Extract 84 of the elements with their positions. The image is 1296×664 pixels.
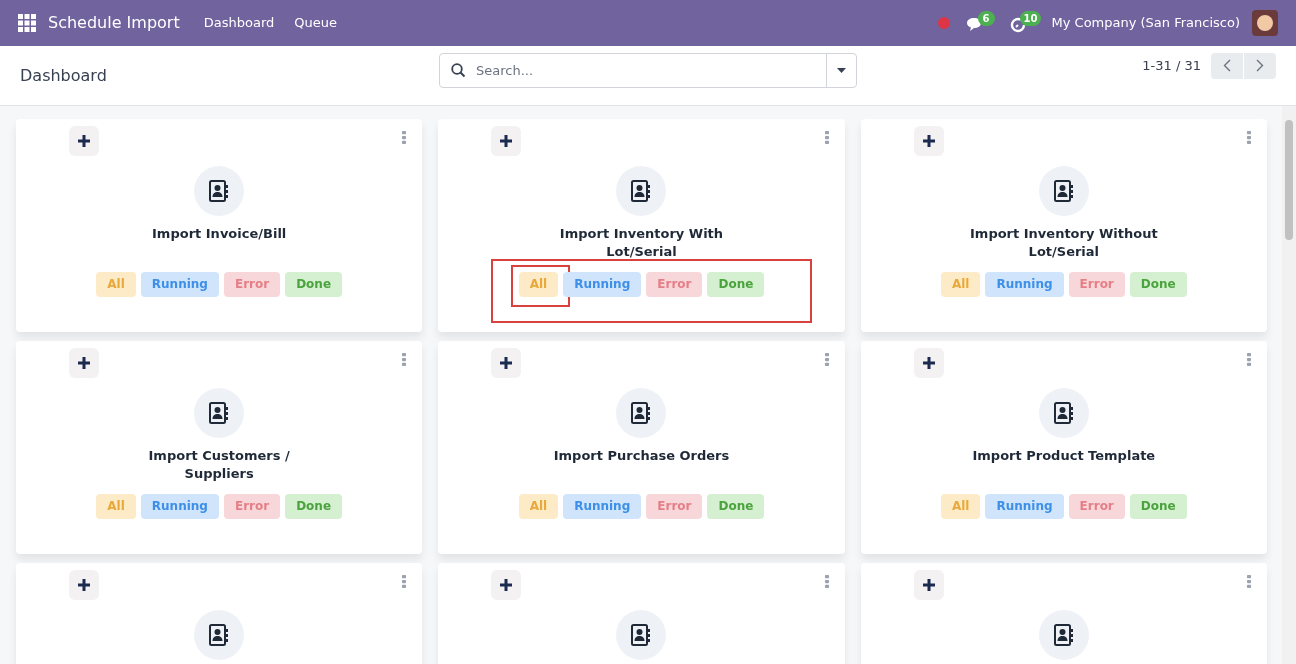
apps-grid-icon[interactable] (18, 14, 36, 32)
filter-button[interactable]: All (940, 493, 981, 519)
filter-button[interactable]: All (518, 271, 559, 297)
kebab-menu-icon (1246, 575, 1252, 588)
contact-book-icon (631, 402, 652, 424)
plus-icon (78, 357, 90, 369)
filter-button[interactable]: Done (707, 271, 765, 297)
plus-icon (500, 579, 513, 591)
search-input[interactable]: Search... (476, 60, 826, 81)
kebab-menu-icon (401, 575, 408, 588)
menu-link[interactable]: Dashboard (193, 13, 285, 33)
plus-icon (78, 579, 90, 591)
card-title: Import Invoice/Bill (151, 225, 288, 243)
filter-button[interactable]: Running (985, 271, 1064, 297)
plus-icon (922, 357, 935, 369)
card-title: Import Purchase Orders (552, 447, 731, 465)
kebab-menu-icon (1246, 353, 1252, 366)
filter-button[interactable]: Error (1068, 493, 1125, 519)
add-button[interactable] (69, 348, 99, 378)
dropdown-caret-icon[interactable] (837, 68, 846, 73)
card-title: Import Inventory Without Lot/Serial (969, 225, 1159, 261)
filter-button[interactable]: All (96, 493, 136, 519)
filter-button[interactable]: Error (223, 493, 281, 519)
filter-button[interactable]: Done (285, 493, 343, 519)
filter-button[interactable]: Error (1068, 271, 1125, 297)
plus-icon (922, 579, 935, 591)
filter-button[interactable]: Running (140, 493, 219, 519)
add-button[interactable] (913, 570, 944, 600)
contact-book-icon (631, 624, 652, 646)
kebab-menu-icon (1246, 131, 1252, 144)
kebab-menu-icon (823, 353, 830, 366)
contact-book-icon (209, 624, 230, 646)
menu-link[interactable]: Queue (284, 13, 347, 33)
kebab-menu-icon (823, 575, 830, 588)
clock-icon[interactable] (1009, 17, 1026, 33)
scrollbar[interactable] (1282, 106, 1296, 664)
card-title: Import Customers / Suppliers (147, 447, 291, 483)
pager-value[interactable]: 1-31 / 31 (1142, 55, 1201, 76)
filter-button[interactable]: Error (223, 271, 281, 297)
filter-button[interactable]: Running (563, 493, 642, 519)
filter-button[interactable]: Done (707, 493, 765, 519)
filter-button[interactable]: Error (646, 493, 703, 519)
search-field[interactable]: Search... (439, 53, 857, 88)
kebab-menu-icon (401, 353, 408, 366)
filter-button[interactable]: Running (563, 271, 642, 297)
card-title: Import Inventory With Lot/Serial (558, 225, 725, 261)
filter-button[interactable]: Error (646, 271, 703, 297)
filter-button[interactable]: Done (1129, 271, 1187, 297)
add-button[interactable] (913, 348, 944, 378)
add-button[interactable] (491, 570, 522, 600)
chevron-left-icon (1223, 59, 1231, 72)
kebab-menu-icon (401, 131, 408, 144)
filter-button[interactable]: Done (285, 271, 343, 297)
plus-icon (500, 135, 513, 147)
chevron-right-icon (1256, 59, 1264, 72)
contact-book-icon (209, 402, 230, 424)
contact-book-icon (209, 180, 230, 202)
filter-button[interactable]: All (518, 493, 559, 519)
contact-book-icon (1053, 402, 1074, 424)
filter-button[interactable]: Running (140, 271, 219, 297)
plus-icon (78, 135, 90, 147)
avatar[interactable] (1252, 10, 1278, 36)
search-icon (451, 63, 466, 78)
filter-button[interactable]: All (96, 271, 136, 297)
kebab-menu-icon (823, 131, 830, 144)
add-button[interactable] (913, 126, 944, 156)
add-button[interactable] (491, 126, 522, 156)
filter-button[interactable]: Done (1129, 493, 1187, 519)
add-button[interactable] (69, 126, 99, 156)
breadcrumb-title: Dashboard (20, 64, 108, 87)
card-title: Import Product Template (971, 447, 1157, 465)
filter-button[interactable]: All (940, 271, 981, 297)
contact-book-icon (1053, 624, 1074, 646)
add-button[interactable] (491, 348, 522, 378)
add-button[interactable] (69, 570, 99, 600)
app-name: Schedule Import (48, 12, 180, 34)
contact-book-icon (1053, 180, 1074, 202)
plus-icon (500, 357, 513, 369)
notification-count: 10 (1019, 11, 1042, 26)
filter-button[interactable]: Running (985, 493, 1064, 519)
plus-icon (922, 135, 935, 147)
notification-count: 6 (977, 11, 995, 26)
contact-book-icon (631, 180, 652, 202)
company-name[interactable]: My Company (San Francisco) (1051, 13, 1240, 33)
